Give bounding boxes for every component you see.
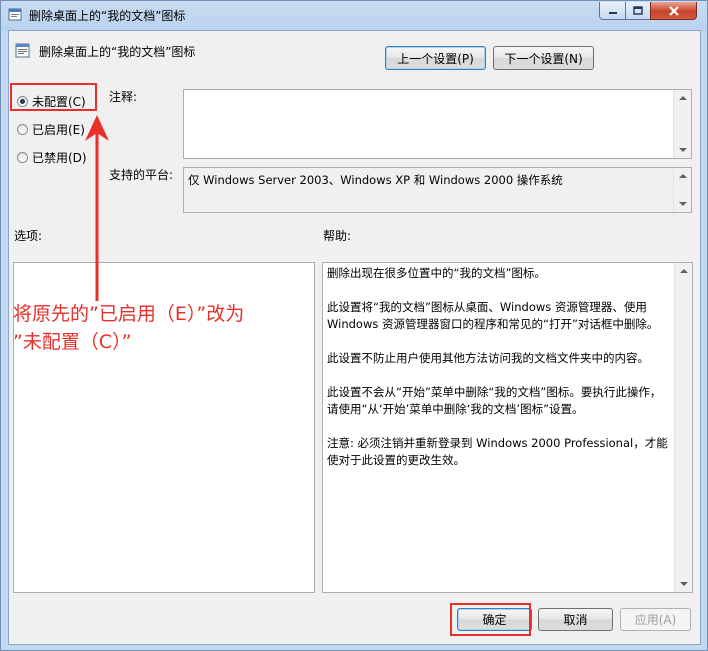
dialog-window: 删除桌面上的“我的文档”图标 删除桌面上的“我的文档”图标 上一个设置(P) 下… [0, 0, 708, 651]
close-button[interactable] [650, 2, 697, 20]
annotation-text-line1: 将原先的”已启用（E）”改为 [13, 303, 245, 325]
radio-label: 已禁用(D) [32, 151, 87, 165]
supported-on-label: 支持的平台: [109, 168, 174, 182]
help-paragraph: 注意: 必须注销并重新登录到 Windows 2000 Professional… [327, 436, 668, 467]
scroll-up-icon[interactable] [680, 269, 688, 273]
next-setting-button[interactable]: 下一个设置(N) [493, 46, 594, 70]
setting-icon [15, 43, 30, 58]
radio-enabled[interactable]: 已启用(E) [17, 121, 85, 138]
annotation-highlight-radio [10, 83, 97, 111]
maximize-icon [633, 6, 643, 15]
apply-button[interactable]: 应用(A) [620, 608, 691, 631]
annotation-text-line2: ”未配置（C）” [13, 331, 132, 353]
window-title: 删除桌面上的“我的文档”图标 [29, 9, 186, 23]
annotation-arrow-icon [85, 115, 109, 301]
help-text: 删除出现在很多位置中的“我的文档”图标。 此设置将“我的文档”图标从桌面、Win… [327, 265, 672, 486]
maximize-button[interactable] [625, 2, 651, 20]
scroll-down-icon[interactable] [680, 582, 688, 586]
scroll-down-icon[interactable] [679, 148, 687, 152]
minimize-button[interactable] [599, 2, 626, 20]
scroll-up-icon[interactable] [679, 96, 687, 100]
help-label: 帮助: [323, 229, 352, 243]
title-bar[interactable]: 删除桌面上的“我的文档”图标 [1, 1, 707, 29]
close-icon [668, 5, 679, 16]
supported-on-value: 仅 Windows Server 2003、Windows XP 和 Windo… [188, 173, 563, 187]
scroll-up-icon[interactable] [679, 174, 687, 178]
supported-on-field[interactable]: 仅 Windows Server 2003、Windows XP 和 Windo… [183, 167, 692, 213]
radio-label: 已启用(E) [32, 123, 85, 137]
help-paragraph: 此设置将“我的文档”图标从桌面、Windows 资源管理器、使用 Windows… [327, 300, 659, 331]
annotation-highlight-ok [450, 603, 531, 636]
policy-icon [8, 8, 22, 21]
help-paragraph: 删除出现在很多位置中的“我的文档”图标。 [327, 266, 546, 280]
radio-indicator[interactable] [17, 152, 28, 163]
options-label: 选项: [14, 229, 43, 243]
radio-disabled[interactable]: 已禁用(D) [17, 149, 87, 166]
cancel-button[interactable]: 取消 [538, 608, 613, 631]
scroll-down-icon[interactable] [679, 202, 687, 206]
help-paragraph: 此设置不会从“开始”菜单中删除“我的文档”图标。要执行此操作，请使用“从‘开始’… [327, 385, 662, 416]
comment-scrollbar[interactable] [673, 90, 691, 158]
help-pane[interactable]: 删除出现在很多位置中的“我的文档”图标。 此设置将“我的文档”图标从桌面、Win… [322, 262, 693, 593]
supported-scrollbar[interactable] [673, 168, 691, 212]
comment-textarea[interactable] [183, 89, 692, 159]
policy-title: 删除桌面上的“我的文档”图标 [39, 45, 196, 59]
minimize-icon [608, 11, 617, 14]
previous-setting-button[interactable]: 上一个设置(P) [385, 46, 486, 70]
help-paragraph: 此设置不防止用户使用其他方法访问我的文档文件夹中的内容。 [327, 351, 649, 365]
comment-label: 注释: [109, 90, 138, 104]
help-scrollbar[interactable] [674, 263, 692, 592]
radio-indicator[interactable] [17, 124, 28, 135]
